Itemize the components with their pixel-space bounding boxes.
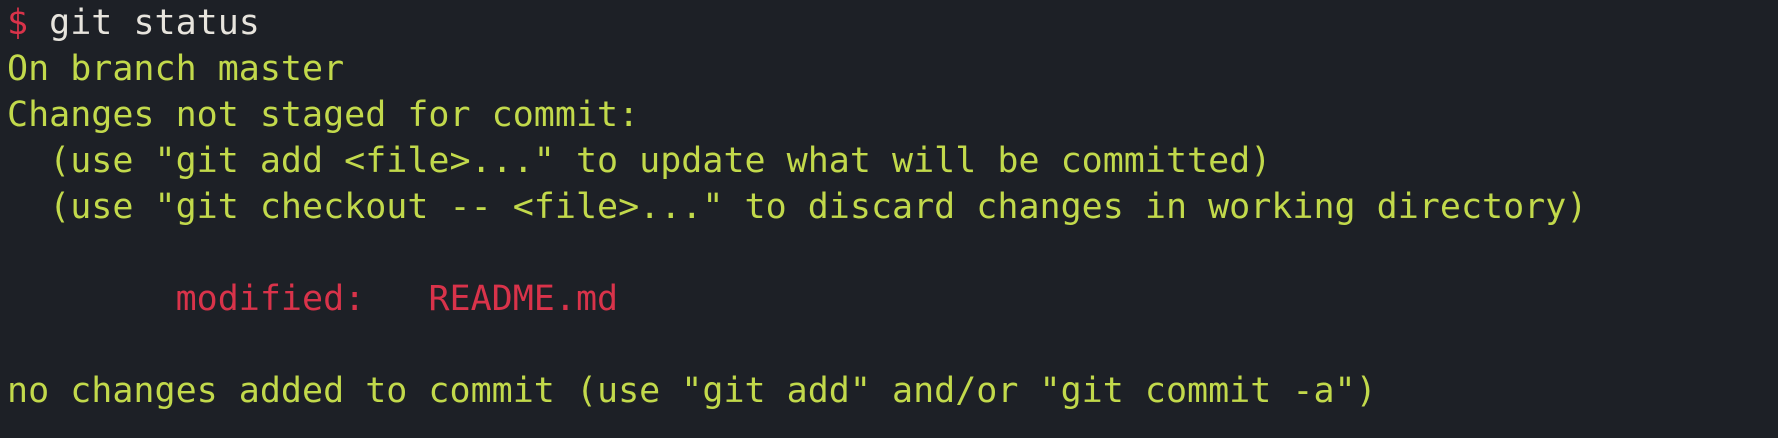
modified-label: modified: — [175, 279, 366, 319]
branch-line: On branch master — [7, 49, 345, 89]
hint-checkout-line: (use "git checkout -- <file>..." to disc… — [7, 187, 1588, 227]
modified-file: README.md — [428, 279, 619, 319]
modified-gap — [365, 279, 428, 319]
summary-line: no changes added to commit (use "git add… — [7, 371, 1377, 411]
hint-add-line: (use "git add <file>..." to update what … — [7, 141, 1272, 181]
terminal-window[interactable]: $ git status On branch master Changes no… — [0, 0, 1778, 438]
modified-indent — [7, 279, 176, 319]
command-text: git status — [49, 3, 260, 43]
prompt-symbol: $ — [7, 3, 29, 43]
command-line: $ git status — [7, 0, 1778, 46]
modified-line: modified: README.md — [7, 276, 1778, 322]
changes-header: Changes not staged for commit: — [7, 95, 640, 135]
